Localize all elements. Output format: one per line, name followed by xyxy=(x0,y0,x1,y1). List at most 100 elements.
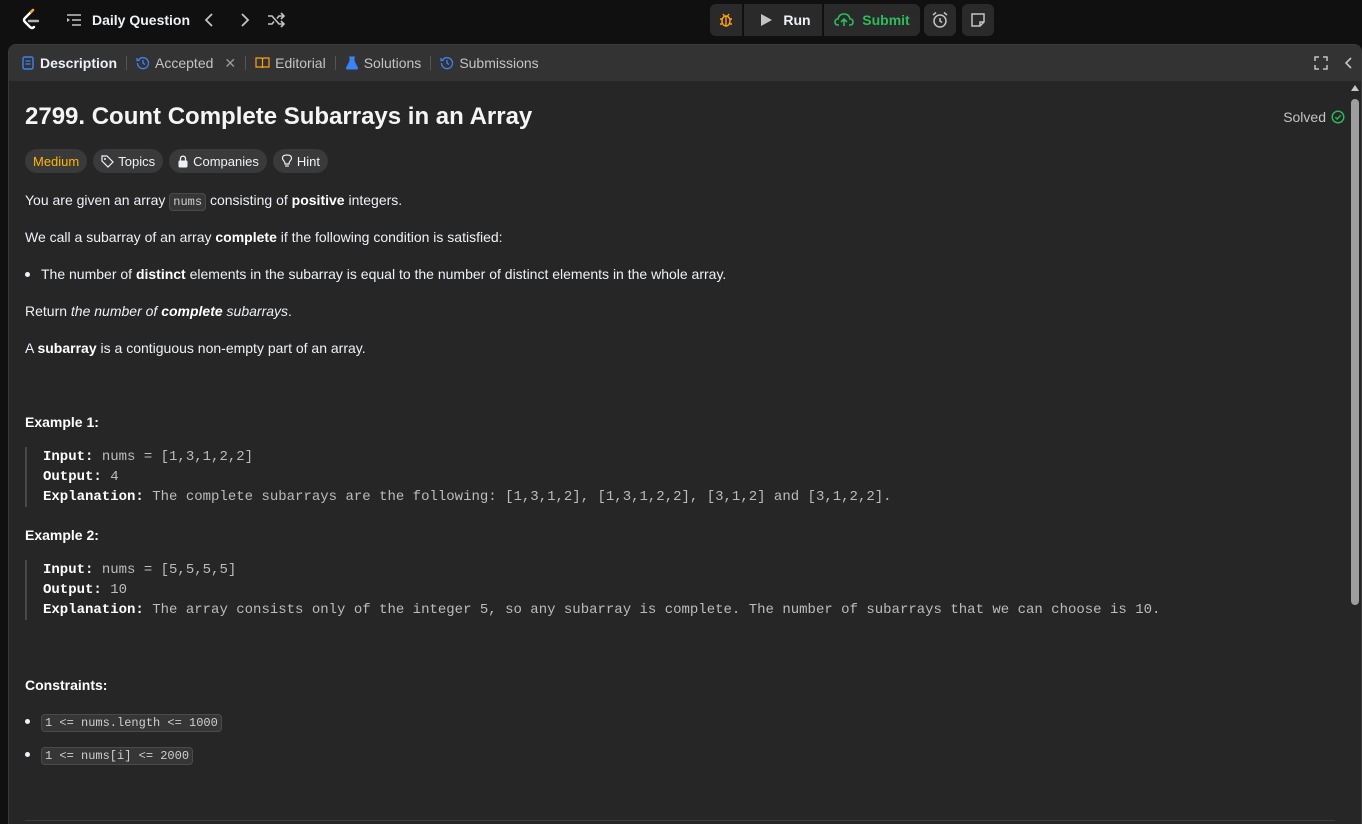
tab-label: Accepted xyxy=(155,55,214,71)
history-icon xyxy=(136,57,150,70)
companies-tag[interactable]: Companies xyxy=(169,149,267,173)
tab-divider xyxy=(245,56,247,70)
input-value: nums = [1,3,1,2,2] xyxy=(93,449,254,465)
example-output-line: Output: 4 xyxy=(43,467,1315,487)
shuffle-icon[interactable] xyxy=(266,10,286,30)
companies-label: Companies xyxy=(193,153,259,169)
fullscreen-icon[interactable] xyxy=(1313,55,1329,71)
play-icon xyxy=(761,14,773,26)
history-icon xyxy=(440,57,454,70)
text: . xyxy=(288,303,292,319)
daily-question-link[interactable]: Daily Question xyxy=(92,12,190,28)
tab-label: Description xyxy=(40,55,118,71)
text: subarrays xyxy=(222,303,289,319)
inline-code: 1 <= nums[i] <= 2000 xyxy=(41,747,194,765)
statement-paragraph-4: A subarray is a contiguous non-empty par… xyxy=(25,340,366,356)
condition-list-item: The number of distinct elements in the s… xyxy=(25,266,726,282)
flask-icon xyxy=(345,56,358,70)
text: The number of xyxy=(41,266,136,282)
bold-text: complete xyxy=(161,303,223,319)
tab-submissions[interactable]: Submissions xyxy=(440,45,539,81)
example-2-block: Input: nums = [5,5,5,5] Output: 10 Expla… xyxy=(25,560,1315,620)
bold-text: subarray xyxy=(37,340,97,356)
description-panel: Description Accepted ✕ Editorial Solutio… xyxy=(8,44,1362,824)
example-1-block: Input: nums = [1,3,1,2,2] Output: 4 Expl… xyxy=(25,447,1315,507)
close-icon[interactable]: ✕ xyxy=(224,55,236,72)
collapse-icon[interactable] xyxy=(1341,55,1357,71)
heading-text: Example 2: xyxy=(25,527,99,543)
leetcode-logo-icon[interactable] xyxy=(20,8,42,32)
submit-button[interactable]: Submit xyxy=(824,4,920,36)
scrollbar-thumb[interactable] xyxy=(1351,99,1359,605)
chevron-right-icon[interactable] xyxy=(234,10,254,30)
bold-text: positive xyxy=(291,192,345,208)
explanation-value: The complete subarrays are the following… xyxy=(143,489,892,505)
debug-icon xyxy=(720,13,732,27)
example-explanation-line: Explanation: The array consists only of … xyxy=(43,600,1315,620)
hint-tag[interactable]: Hint xyxy=(272,149,328,173)
tag-row: Medium Topics Companies Hint xyxy=(25,149,328,173)
inline-code: nums xyxy=(169,193,207,211)
scroll-up-arrow-icon[interactable] xyxy=(1351,85,1359,91)
heading-text: Example 1: xyxy=(25,414,99,430)
cloud-upload-icon xyxy=(834,13,855,26)
text: Return xyxy=(25,303,71,319)
statement-paragraph-3: Return the number of complete subarrays. xyxy=(25,303,292,319)
panel-tab-bar: Description Accepted ✕ Editorial Solutio… xyxy=(9,45,1361,81)
input-value: nums = [5,5,5,5] xyxy=(93,562,237,578)
constraints-heading: Constraints: xyxy=(25,677,107,693)
topics-tag[interactable]: Topics xyxy=(93,149,164,173)
text: We call a subarray of an array xyxy=(25,229,216,245)
tab-divider xyxy=(334,56,336,70)
output-value: 10 xyxy=(101,582,128,598)
constraint-item: 1 <= nums.length <= 1000 xyxy=(25,713,222,732)
output-label: Output: xyxy=(43,582,102,598)
tab-divider xyxy=(126,56,128,70)
italic-text: the number of complete subarrays xyxy=(71,303,288,319)
divider xyxy=(25,820,1335,821)
example-1-heading: Example 1: xyxy=(25,414,99,430)
solved-status: Solved xyxy=(1283,109,1345,125)
tab-divider xyxy=(430,56,432,70)
list-icon[interactable] xyxy=(66,12,82,28)
lightbulb-icon xyxy=(281,154,292,167)
debug-button[interactable] xyxy=(710,4,742,36)
text: A xyxy=(25,340,38,356)
text: if the following condition is satisfied: xyxy=(276,229,503,245)
bold-text: distinct xyxy=(135,266,186,282)
constraint-item: 1 <= nums[i] <= 2000 xyxy=(25,746,194,765)
run-label: Run xyxy=(783,12,811,28)
alarm-clock-icon xyxy=(932,11,948,28)
book-icon xyxy=(255,57,270,69)
text: consisting of xyxy=(206,192,292,208)
tab-description[interactable]: Description xyxy=(21,45,117,81)
solved-label: Solved xyxy=(1283,109,1326,125)
output-label: Output: xyxy=(43,469,102,485)
difficulty-badge: Medium xyxy=(25,149,88,173)
tab-solutions[interactable]: Solutions xyxy=(345,45,422,81)
example-explanation-line: Explanation: The complete subarrays are … xyxy=(43,487,1315,507)
problem-title: 2799. Count Complete Subarrays in an Arr… xyxy=(25,103,533,130)
vertical-scrollbar[interactable] xyxy=(1349,81,1361,824)
timer-button[interactable] xyxy=(924,4,956,36)
example-output-line: Output: 10 xyxy=(43,580,1315,600)
example-input-line: Input: nums = [1,3,1,2,2] xyxy=(43,447,1315,467)
tab-label: Solutions xyxy=(363,55,422,71)
text: the number of xyxy=(70,303,162,319)
tab-label: Editorial xyxy=(275,55,326,71)
topics-label: Topics xyxy=(118,153,156,169)
lock-icon xyxy=(178,155,188,167)
run-submit-group: Run Submit xyxy=(710,4,920,36)
output-value: 4 xyxy=(101,469,119,485)
difficulty-label: Medium xyxy=(33,153,80,169)
bold-text: complete xyxy=(215,229,277,245)
text: integers. xyxy=(344,192,403,208)
chevron-left-icon[interactable] xyxy=(200,10,220,30)
run-button[interactable]: Run xyxy=(744,4,822,36)
note-icon xyxy=(971,13,985,27)
submit-label: Submit xyxy=(862,12,910,28)
tab-accepted[interactable]: Accepted ✕ xyxy=(136,45,236,81)
tab-editorial[interactable]: Editorial xyxy=(255,45,326,81)
notes-button[interactable] xyxy=(962,4,994,36)
hint-label: Hint xyxy=(296,153,320,169)
